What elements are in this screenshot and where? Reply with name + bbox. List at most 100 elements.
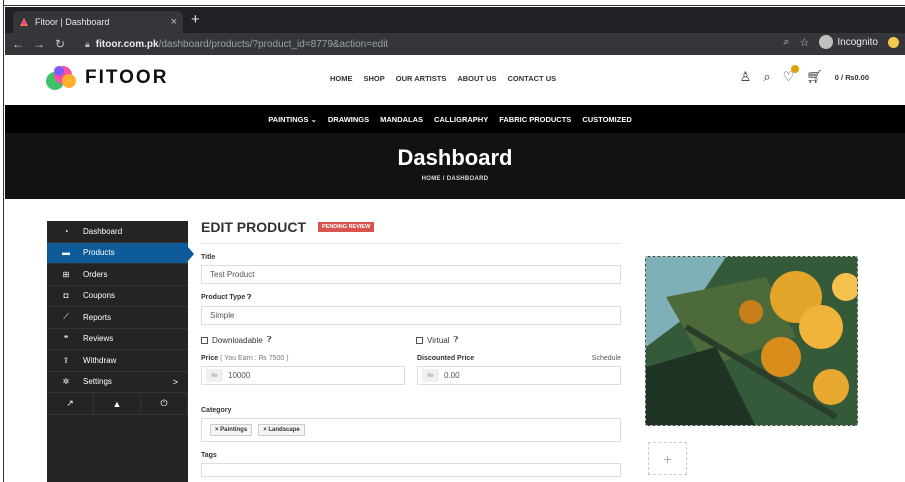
sidebar-actions: ↗ ▲ ⏻ [47, 393, 188, 415]
incognito-indicator[interactable]: Incognito [819, 35, 878, 49]
briefcase-icon: ▬ [62, 248, 70, 258]
category-chip-paintings[interactable]: × Paintings [210, 424, 253, 436]
tab-title: Fitoor | Dashboard [35, 17, 110, 27]
schedule-link[interactable]: Schedule [592, 355, 621, 362]
sidebar-item-dashboard[interactable]: ◔ Dashboard [47, 221, 188, 243]
nav-home[interactable]: HOME [330, 74, 353, 83]
product-type-label-text: Product Type [201, 294, 246, 301]
price-value: 10000 [228, 371, 251, 380]
main-nav: HOME SHOP OUR ARTISTS ABOUT US CONTACT U… [330, 74, 556, 83]
screenshot-frame: Fitoor | Dashboard × + ← → ↻ 🔒︎ fitoor.c… [0, 0, 905, 482]
extension-icon[interactable] [888, 36, 899, 48]
price-input[interactable]: ₨ 10000 [201, 366, 405, 385]
sidebar-item-withdraw[interactable]: ⇪ Withdraw [47, 350, 188, 372]
wishlist-heart-icon[interactable]: ♡ [783, 65, 800, 85]
bookmark-star-icon[interactable]: ☆ [800, 36, 810, 49]
category-chip-landscape[interactable]: × Landscape [258, 424, 305, 436]
forward-arrow-icon[interactable]: → [31, 37, 47, 51]
virtual-option[interactable]: Virtual ❓︎ [416, 335, 631, 345]
sidebar-item-orders[interactable]: ⊞ Orders [47, 264, 188, 286]
cat-customized[interactable]: CUSTOMIZED [582, 115, 631, 124]
content-area: ◔ Dashboard ▬ Products ⊞ Orders ◘ Coupons ⟋ R… [5, 199, 905, 482]
browser-toolbar: ← → ↻ 🔒︎ fitoor.com.pk /dashboard/produc… [5, 33, 905, 55]
sidebar-item-label: Withdraw [83, 355, 117, 365]
product-type-select[interactable]: Simple [201, 306, 621, 325]
url-path: /dashboard/products/?product_id=8779&act… [158, 38, 389, 50]
user-icon[interactable]: ♙ [740, 69, 752, 85]
external-link-icon[interactable]: ↗ [47, 393, 94, 414]
sidebar-item-products[interactable]: ▬ Products [47, 242, 194, 264]
outer-border-left [0, 0, 4, 482]
logo-text: FITOOR [85, 67, 169, 88]
new-tab-button[interactable]: + [191, 11, 200, 29]
chevron-right-icon: > [172, 376, 178, 387]
tab-close-icon[interactable]: × [171, 16, 177, 28]
nav-our-artists[interactable]: OUR ARTISTS [396, 74, 447, 83]
wishlist-count-badge [791, 65, 800, 73]
site-logo[interactable]: FITOOR [43, 63, 168, 93]
sidebar-item-settings[interactable]: ✲ Settings > [47, 372, 188, 393]
downloadable-checkbox[interactable] [201, 336, 208, 344]
category-bar: PAINTINGS ⌄ DRAWINGS MANDALAS CALLIGRAPH… [5, 105, 905, 133]
discount-input[interactable]: ₨ 0.00 [417, 366, 621, 385]
sidebar-item-label: Dashboard [83, 226, 123, 236]
discount-column: Discounted Price Schedule ₨ 0.00 [417, 345, 621, 385]
search-icon[interactable]: ⌕ [763, 69, 770, 85]
downloadable-label: Downloadable [212, 335, 263, 345]
product-options: Downloadable ❓︎ Virtual ❓︎ [201, 335, 631, 345]
nav-contact-us[interactable]: CONTACT US [508, 74, 557, 83]
dashboard-sidebar: ◔ Dashboard ▬ Products ⊞ Orders ◘ Coupons ⟋ R… [47, 221, 194, 482]
user-profile-icon[interactable]: ▲ [94, 393, 141, 414]
discount-value: 0.00 [444, 371, 460, 380]
cat-paintings[interactable]: PAINTINGS ⌄ [268, 115, 317, 124]
nav-shop[interactable]: SHOP [364, 74, 385, 83]
comments-icon: ❝ [63, 334, 69, 344]
reload-icon[interactable]: ↻ [52, 37, 68, 51]
cart-total[interactable]: 0 / ₨0.00 [835, 73, 869, 82]
sidebar-item-label: Coupons [83, 291, 116, 301]
browser-tab[interactable]: Fitoor | Dashboard × [13, 11, 183, 33]
cat-mandalas[interactable]: MANDALAS [380, 115, 423, 124]
tags-input[interactable] [201, 463, 621, 477]
sidebar-item-coupons[interactable]: ◘ Coupons [47, 286, 188, 307]
cat-drawings[interactable]: DRAWINGS [328, 115, 369, 124]
help-icon: ❓︎ [266, 335, 272, 344]
nav-about-us[interactable]: ABOUT US [457, 74, 496, 83]
breadcrumb: HOME / DASHBOARD [421, 176, 489, 182]
painting-image [646, 257, 857, 425]
cat-fabric-products[interactable]: FABRIC PRODUCTS [499, 115, 571, 124]
address-input[interactable]: 🔒︎ fitoor.com.pk /dashboard/products/?pr… [85, 36, 745, 52]
category-select[interactable]: × Paintings × Landscape [201, 418, 621, 442]
sidebar-item-label: Reviews [83, 334, 114, 344]
cog-icon: ✲ [62, 377, 70, 387]
currency-symbol: ₨ [422, 369, 439, 382]
power-icon[interactable]: ⏻ [141, 393, 188, 414]
cart-icon[interactable]: 🛒︎ [806, 69, 823, 85]
cart-icon: ⊞ [62, 269, 70, 279]
logo-splash-icon [46, 66, 76, 90]
downloadable-option[interactable]: Downloadable ❓︎ [201, 335, 416, 345]
status-badge: PENDING REVIEW [318, 222, 375, 232]
page-title: Dashboard [397, 145, 513, 170]
upload-icon: ⇪ [62, 355, 70, 365]
currency-symbol: ₨ [206, 369, 223, 382]
product-type-label: Product Type ❓︎ [201, 294, 631, 302]
price-label: Price ( You Earn : ₨ 7500 ) [201, 355, 405, 362]
title-input[interactable]: Test Product [201, 265, 621, 284]
sidebar-item-label: Orders [83, 269, 108, 279]
sidebar-item-label: Products [83, 248, 115, 258]
edit-product-form: EDIT PRODUCT PENDING REVIEW Title Test P… [201, 219, 631, 477]
product-image[interactable] [645, 256, 858, 426]
gift-icon: ◘ [63, 291, 69, 301]
add-image-button[interactable]: + [648, 442, 687, 475]
sidebar-item-reports[interactable]: ⟋ Reports [47, 307, 188, 329]
back-arrow-icon[interactable]: ← [10, 37, 26, 51]
price-hint: ( You Earn : ₨ 7500 ) [220, 355, 289, 362]
divider [201, 243, 621, 244]
sidebar-item-reviews[interactable]: ❝ Reviews [47, 329, 188, 350]
header-icons: ♙ ⌕ ♡ 🛒︎ 0 / ₨0.00 [740, 65, 869, 85]
virtual-checkbox[interactable] [416, 336, 423, 344]
url-host: fitoor.com.pk [95, 38, 159, 50]
cat-calligraphy[interactable]: CALLIGRAPHY [434, 115, 488, 124]
zoom-icon[interactable]: ⌕ [783, 36, 789, 49]
